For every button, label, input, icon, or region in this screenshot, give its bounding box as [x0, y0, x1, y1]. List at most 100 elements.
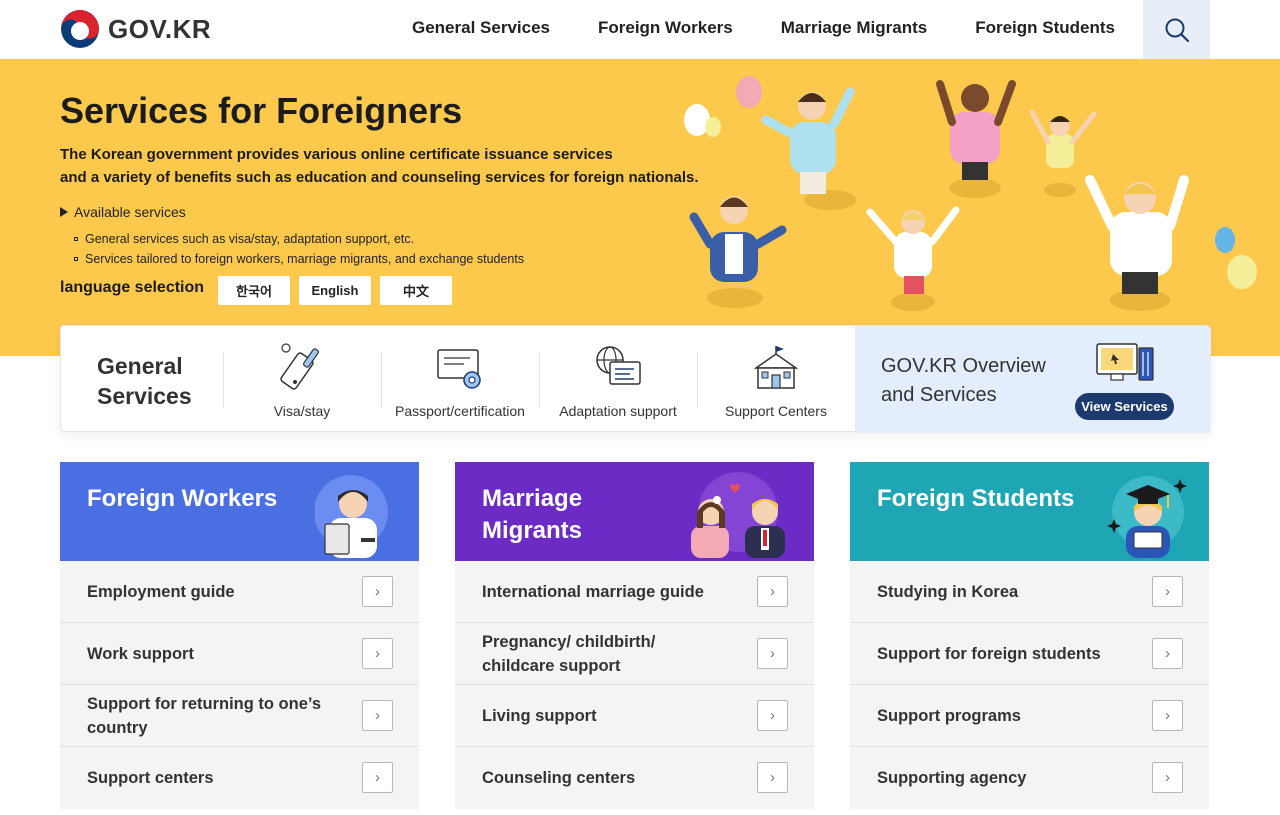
- chevron-right-icon: ›: [1152, 700, 1183, 731]
- service-label: Adaptation support: [559, 403, 677, 419]
- list-item-label: Counseling centers: [482, 769, 636, 787]
- chevron-right-icon: ›: [362, 762, 393, 793]
- card-title: Marriage Migrants: [482, 485, 583, 544]
- list-item: Services tailored to foreign workers, ma…: [74, 249, 524, 269]
- language-english-button[interactable]: English: [299, 276, 371, 305]
- service-label: Visa/stay: [273, 403, 331, 419]
- list-item-label: Pregnancy/ childbirth/ childcare support: [482, 632, 656, 675]
- page-title: Services for Foreigners: [60, 90, 463, 131]
- logo[interactable]: GOV.KR: [60, 9, 211, 49]
- list-item[interactable]: Work support ›: [60, 623, 419, 685]
- search-button[interactable]: [1143, 0, 1210, 59]
- list-item-label: Support for returning to one’s country: [87, 694, 322, 737]
- list-item[interactable]: Support for foreign students ›: [850, 623, 1209, 685]
- marriage-migrants-card: Marriage Migrants International marriage…: [455, 462, 814, 809]
- card-title: Foreign Workers: [87, 485, 278, 512]
- computer-monitor-icon: [1096, 343, 1154, 381]
- list-item-label: Support centers: [87, 769, 214, 787]
- chevron-right-icon: ›: [362, 638, 393, 669]
- foreign-students-list: Studying in Korea › Support for foreign s…: [850, 561, 1209, 809]
- chevron-right-icon: ›: [757, 700, 788, 731]
- list-item-label: Studying in Korea: [877, 582, 1019, 601]
- logo-text: GOV.KR: [108, 13, 212, 44]
- list-item[interactable]: International marriage guide ›: [455, 561, 814, 623]
- marriage-migrants-card-header[interactable]: Marriage Migrants: [455, 462, 814, 561]
- gov-overview-line-2: and Services: [881, 384, 997, 406]
- list-item[interactable]: Pregnancy/ childbirth/ childcare support…: [455, 623, 814, 685]
- language-chinese-button[interactable]: 中文: [380, 276, 452, 305]
- list-item-text: General services such as visa/stay, adap…: [85, 232, 415, 246]
- list-item-label: International marriage guide: [482, 582, 704, 601]
- foreign-workers-card: Foreign Workers Employment guide › Work s…: [60, 462, 419, 809]
- gov-overview-text: GOV.KR Overview and Services: [881, 352, 1046, 410]
- chevron-right-icon: ›: [362, 700, 393, 731]
- chevron-right-icon: ›: [757, 638, 788, 669]
- service-label: Passport/certification: [395, 403, 525, 419]
- gov-overview-line-1: GOV.KR Overview: [881, 355, 1046, 377]
- available-services-label: Available services: [74, 204, 186, 220]
- service-adaptation-support[interactable]: Adaptation support: [539, 326, 697, 433]
- available-services-list: General services such as visa/stay, adap…: [74, 229, 524, 269]
- list-item-text: Services tailored to foreign workers, ma…: [85, 252, 525, 266]
- hero-desc-line-2: and a variety of benefits such as educat…: [60, 169, 699, 186]
- list-item-label: Employment guide: [87, 582, 235, 601]
- worker-avatar-icon: [315, 475, 388, 558]
- view-services-button[interactable]: View Services: [1075, 393, 1174, 420]
- nav-marriage-migrants[interactable]: Marriage Migrants: [781, 18, 927, 38]
- list-item[interactable]: Support programs ›: [850, 685, 1209, 747]
- list-item-label: Support for foreign students: [877, 644, 1101, 663]
- nav-foreign-students[interactable]: Foreign Students: [975, 18, 1115, 38]
- list-item-label: Supporting agency: [877, 769, 1027, 787]
- nav-general-services[interactable]: General Services: [412, 18, 550, 38]
- graduate-avatar-icon: [1107, 476, 1187, 558]
- list-item: General services such as visa/stay, adap…: [74, 229, 524, 249]
- list-item[interactable]: Employment guide ›: [60, 561, 419, 623]
- certificate-icon: [437, 349, 481, 389]
- general-services-title-line-1: General: [97, 353, 183, 379]
- passport-tag-icon: [280, 343, 320, 390]
- list-item[interactable]: Support centers ›: [60, 747, 419, 809]
- available-services-heading: Available services: [60, 204, 186, 220]
- foreign-workers-card-header[interactable]: Foreign Workers: [60, 462, 419, 561]
- building-icon: [753, 346, 799, 389]
- list-item[interactable]: Counseling centers ›: [455, 747, 814, 809]
- chevron-right-icon: ›: [1152, 762, 1183, 793]
- couple-avatar-icon: [691, 472, 785, 558]
- chevron-right-icon: ›: [757, 576, 788, 607]
- list-item-label: Living support: [482, 706, 597, 725]
- taegeuk-logo-icon: [61, 10, 99, 48]
- list-item[interactable]: Living support ›: [455, 685, 814, 747]
- triangle-bullet-icon: [60, 207, 68, 217]
- service-support-centers[interactable]: Support Centers: [697, 326, 855, 433]
- globe-monitor-icon: [596, 346, 641, 385]
- foreign-students-card: Foreign Students Studying in Korea › Supp…: [850, 462, 1209, 809]
- foreign-workers-list: Employment guide › Work support › Support …: [60, 561, 419, 809]
- search-icon: [1165, 18, 1189, 42]
- foreign-students-card-header[interactable]: Foreign Students: [850, 462, 1209, 561]
- language-selection-label: language selection: [60, 279, 205, 296]
- list-item[interactable]: Support for returning to one’s country ›: [60, 685, 419, 747]
- general-services-title-line-2: Services: [97, 383, 192, 409]
- chevron-right-icon: ›: [362, 576, 393, 607]
- service-label: Support Centers: [725, 403, 827, 419]
- list-item[interactable]: Supporting agency ›: [850, 747, 1209, 809]
- list-item[interactable]: Studying in Korea ›: [850, 561, 1209, 623]
- gov-overview-box: GOV.KR Overview and Services View Servic…: [855, 326, 1211, 433]
- square-bullet-icon: [74, 257, 78, 261]
- square-bullet-icon: [74, 237, 78, 241]
- hero-desc-line-1: The Korean government provides various o…: [60, 146, 613, 163]
- general-services-title: General Services: [97, 351, 192, 411]
- card-title: Foreign Students: [877, 485, 1075, 512]
- marriage-migrants-list: International marriage guide › Pregnancy/…: [455, 561, 814, 809]
- service-passport-certification[interactable]: Passport/certification: [381, 326, 539, 433]
- service-visa-stay[interactable]: Visa/stay: [223, 326, 381, 433]
- list-item-label: Work support: [87, 644, 194, 663]
- general-services-panel: General Services Visa/stay Passport/cert…: [60, 325, 1211, 433]
- list-item-label: Support programs: [877, 706, 1021, 725]
- chevron-right-icon: ›: [1152, 576, 1183, 607]
- language-korean-button[interactable]: 한국어: [218, 276, 290, 305]
- nav-foreign-workers[interactable]: Foreign Workers: [598, 18, 733, 38]
- site-header: GOV.KR General Services Foreign Workers …: [0, 0, 1280, 59]
- main-nav: General Services Foreign Workers Marriag…: [412, 18, 1163, 38]
- chevron-right-icon: ›: [1152, 638, 1183, 669]
